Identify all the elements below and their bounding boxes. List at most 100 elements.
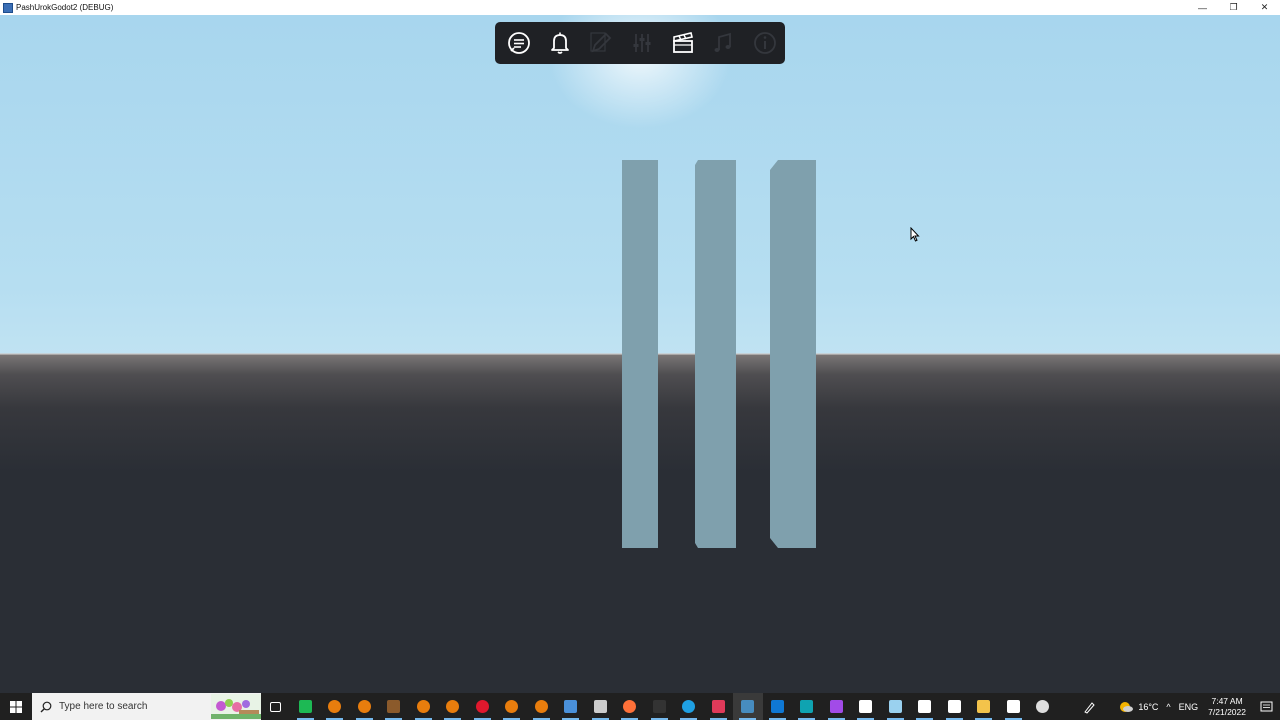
- clapper-app-icon: [947, 700, 961, 713]
- blender-icon: [505, 700, 519, 713]
- taskbar-app-blender-button[interactable]: [438, 693, 468, 720]
- taskbar: Type here to search 16°C ^ ENG 7:47 AM 7…: [0, 693, 1280, 720]
- film-app-icon: [593, 700, 607, 713]
- taskbar-app-obs-button[interactable]: [1028, 693, 1058, 720]
- window-title-bar[interactable]: PashUrokGodot2 (DEBUG) — ❐ ✕: [0, 0, 1280, 15]
- clock-date: 7/21/2022: [1208, 706, 1246, 717]
- taskbar-app-godot-button[interactable]: [733, 693, 763, 720]
- weather-sun-icon[interactable]: [1118, 700, 1134, 714]
- notepad-icon: [888, 700, 902, 713]
- search-placeholder: Type here to search: [59, 701, 148, 712]
- scene-objects: [622, 160, 816, 548]
- blender-icon: [534, 700, 548, 713]
- taskbar-app-file-explorer-button[interactable]: [969, 693, 999, 720]
- blender-icon: [446, 700, 460, 713]
- mail-icon: [770, 700, 784, 713]
- green-app-icon: [298, 700, 312, 713]
- taskbar-app-mail-button[interactable]: [763, 693, 793, 720]
- app-blue-icon: [564, 700, 578, 713]
- taskbar-app-blender-button[interactable]: [350, 693, 380, 720]
- taskbar-app-unity-button[interactable]: [910, 693, 940, 720]
- color-drop-icon: [829, 700, 843, 713]
- bell-icon: [550, 32, 569, 54]
- mouse-cursor-icon: [910, 227, 920, 242]
- taskbar-app-edge-button[interactable]: [674, 693, 704, 720]
- taskbar-app-task-view-button[interactable]: [261, 693, 291, 720]
- file-explorer-icon: [977, 700, 991, 713]
- window-title: PashUrokGodot2 (DEBUG): [16, 3, 114, 12]
- blender-icon: [416, 700, 430, 713]
- info-circle-icon: [753, 32, 776, 54]
- godot-icon: [741, 700, 755, 713]
- unity-icon: [918, 700, 932, 713]
- pillar-right: [770, 160, 816, 548]
- game-toolbar: [495, 22, 785, 64]
- language-indicator[interactable]: ENG: [1175, 702, 1203, 712]
- pencil-icon: [589, 32, 611, 53]
- tray-expand-chevron-icon[interactable]: ^: [1162, 702, 1174, 712]
- music-button[interactable]: [703, 22, 744, 64]
- edit-button[interactable]: [580, 22, 621, 64]
- settings-button[interactable]: [621, 22, 662, 64]
- taskbar-app-unreal-button[interactable]: [999, 693, 1029, 720]
- sliders-icon: [633, 34, 650, 52]
- taskbar-app-clapper-app-button[interactable]: [940, 693, 970, 720]
- taskbar-app-film-app-button[interactable]: [586, 693, 616, 720]
- window-controls: — ❐ ✕: [1187, 0, 1280, 15]
- brown-app-icon: [387, 700, 401, 713]
- taskbar-app-notepad-button[interactable]: [881, 693, 911, 720]
- minimize-button[interactable]: —: [1187, 0, 1218, 15]
- taskbar-app-teal-app-button[interactable]: [792, 693, 822, 720]
- search-icon: [40, 701, 52, 712]
- taskbar-app-vscode-button[interactable]: [851, 693, 881, 720]
- clock[interactable]: 7:47 AM 7/21/2022: [1202, 696, 1252, 718]
- notification-icon[interactable]: [1252, 700, 1280, 714]
- taskbar-app-red-circle-app-button[interactable]: [704, 693, 734, 720]
- taskbar-app-firefox-button[interactable]: [615, 693, 645, 720]
- taskbar-app-color-drop-button[interactable]: [822, 693, 852, 720]
- chat-button[interactable]: [498, 22, 539, 64]
- search-highlight-illustration: [211, 694, 261, 719]
- blender-icon: [357, 700, 371, 713]
- epic-games-icon: [652, 700, 666, 713]
- taskbar-app-blender-button[interactable]: [320, 693, 350, 720]
- teal-app-icon: [800, 700, 814, 713]
- task-view-icon: [270, 701, 282, 712]
- system-tray: 16°C ^ ENG 7:47 AM 7/21/2022: [1080, 693, 1280, 720]
- unreal-icon: [1006, 700, 1020, 713]
- blender-icon: [328, 700, 342, 713]
- opera-icon: [475, 700, 489, 713]
- red-circle-app-icon: [711, 700, 725, 713]
- taskbar-app-app-blue-button[interactable]: [556, 693, 586, 720]
- taskbar-app-blender-button[interactable]: [409, 693, 439, 720]
- app-icon: [3, 2, 13, 13]
- start-button[interactable]: [0, 693, 32, 720]
- replay-button[interactable]: [662, 22, 703, 64]
- edge-icon: [682, 700, 696, 713]
- info-button[interactable]: [744, 22, 785, 64]
- vscode-icon: [859, 700, 873, 713]
- taskbar-app-list: [261, 693, 1058, 720]
- firefox-icon: [623, 700, 637, 713]
- obs-icon: [1036, 700, 1050, 713]
- chat-bubble-icon: [507, 32, 530, 54]
- taskbar-app-blender-button[interactable]: [527, 693, 557, 720]
- pillar-middle: [695, 160, 736, 548]
- taskbar-app-brown-app-button[interactable]: [379, 693, 409, 720]
- pen-icon[interactable]: [1080, 700, 1100, 714]
- clapperboard-icon: [672, 32, 693, 53]
- taskbar-app-blender-button[interactable]: [497, 693, 527, 720]
- temperature-text[interactable]: 16°C: [1134, 702, 1162, 712]
- taskbar-app-opera-button[interactable]: [468, 693, 498, 720]
- game-viewport[interactable]: [0, 15, 1280, 693]
- taskbar-search-box[interactable]: Type here to search: [32, 693, 261, 720]
- windows-logo-icon: [10, 700, 22, 713]
- music-notes-icon: [714, 32, 731, 52]
- notifications-button[interactable]: [539, 22, 580, 64]
- clock-time: 7:47 AM: [1211, 695, 1243, 706]
- taskbar-app-green-app-button[interactable]: [291, 693, 321, 720]
- pillar-left: [622, 160, 658, 548]
- close-button[interactable]: ✕: [1249, 0, 1280, 15]
- restore-button[interactable]: ❐: [1218, 0, 1249, 15]
- taskbar-app-epic-games-button[interactable]: [645, 693, 675, 720]
